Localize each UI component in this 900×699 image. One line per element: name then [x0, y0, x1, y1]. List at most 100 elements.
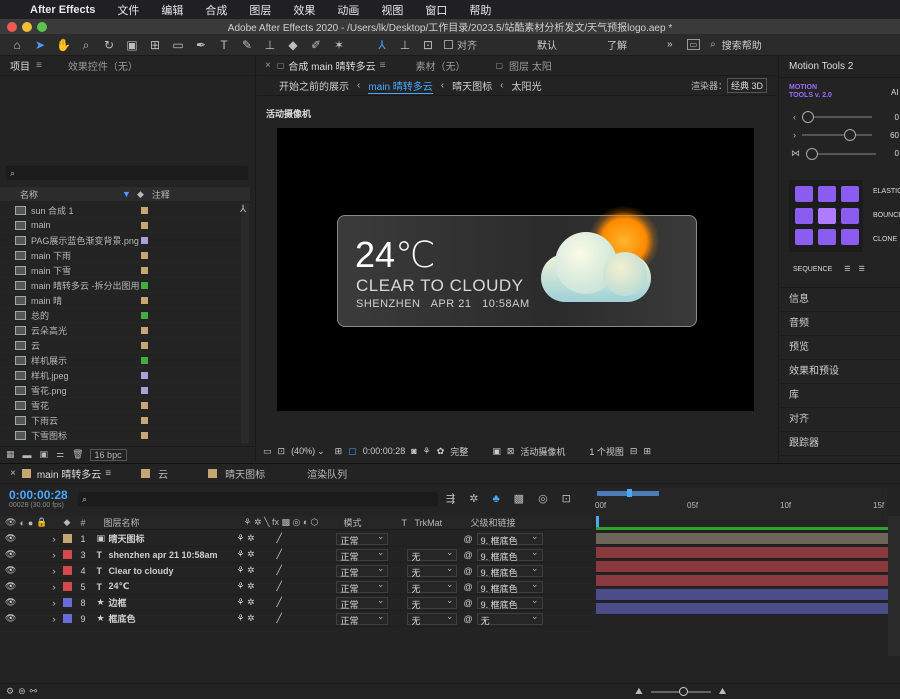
- fast-preview-icon[interactable]: ⊞: [643, 446, 651, 457]
- col-t[interactable]: T: [401, 518, 414, 528]
- layer-name[interactable]: 边框: [108, 596, 236, 609]
- toggle-in-out-icon[interactable]: ⚯: [30, 686, 38, 697]
- search-help-input[interactable]: 搜索帮助: [722, 37, 762, 52]
- shy-switch-icon[interactable]: ⚘ ✲: [236, 549, 276, 560]
- mode-dropdown[interactable]: 正常: [336, 531, 389, 546]
- view-axis-icon[interactable]: ⊡: [421, 38, 435, 52]
- pick-whip-icon[interactable]: @: [463, 566, 472, 576]
- mask-icon[interactable]: ⊡: [278, 446, 286, 457]
- quality-switch-icon[interactable]: ╱: [276, 533, 336, 544]
- clone-stamp-tool-icon[interactable]: ⊥: [263, 38, 277, 52]
- pick-whip-icon[interactable]: @: [463, 582, 472, 592]
- col-parent[interactable]: 父级和链接: [470, 516, 515, 529]
- shy-switch-icon[interactable]: ⚘ ✲: [236, 581, 276, 592]
- label-swatch[interactable]: [141, 266, 148, 274]
- hand-tool-icon[interactable]: ✋: [56, 38, 71, 52]
- parent-dropdown[interactable]: 9. 框底色: [476, 579, 543, 594]
- layer-label-swatch[interactable]: [63, 566, 73, 575]
- trkmat-dropdown[interactable]: 无: [407, 547, 458, 562]
- renderer-button[interactable]: 经典 3D: [726, 78, 767, 93]
- tab-effect-controls[interactable]: 效果控件（无）: [68, 58, 138, 73]
- expand-arrow-icon[interactable]: ›: [52, 550, 55, 560]
- app-menu[interactable]: After Effects: [30, 4, 95, 16]
- col-mode[interactable]: 模式: [343, 516, 401, 529]
- table-row[interactable]: 👁 › 4T Clear to cloudy⚘ ✲╱正常 无 @9. 框底色: [0, 563, 592, 579]
- parent-dropdown[interactable]: 9. 框底色: [476, 595, 543, 610]
- menu-file[interactable]: 文件: [117, 2, 139, 18]
- label-swatch[interactable]: [141, 431, 148, 439]
- motion-blur-icon[interactable]: ◎: [538, 492, 548, 505]
- rotate-tool-icon[interactable]: ↻: [102, 38, 116, 52]
- panel-6[interactable]: 跟踪器: [779, 432, 900, 456]
- shy-switch-icon[interactable]: ⚘ ✲: [236, 597, 276, 608]
- timeline-zoom-slider[interactable]: [650, 686, 711, 696]
- lock-icon[interactable]: ▢: [495, 61, 503, 70]
- parent-dropdown[interactable]: 9. 框底色: [476, 547, 543, 562]
- zoom-tool-icon[interactable]: ⌕: [79, 38, 93, 52]
- slider-both[interactable]: [806, 147, 876, 160]
- current-time[interactable]: 0:00:00:28: [363, 446, 406, 456]
- close-tab-icon[interactable]: ×: [265, 60, 271, 71]
- new-composition-icon[interactable]: ▣: [40, 449, 49, 460]
- project-item[interactable]: main 晴转多云 -拆分出图用: [0, 278, 240, 293]
- layer-duration-bar[interactable]: [596, 533, 888, 545]
- mode-dropdown[interactable]: 正常: [336, 563, 389, 578]
- layer-label-swatch[interactable]: [63, 598, 73, 607]
- layer-name[interactable]: 框底色: [108, 612, 236, 625]
- layer-duration-bar[interactable]: [596, 575, 888, 587]
- layer-duration-bar[interactable]: [596, 603, 888, 615]
- project-item[interactable]: 样机展示: [0, 353, 240, 368]
- anchor-point-button[interactable]: [795, 207, 813, 224]
- lock-icon[interactable]: ▢: [277, 61, 285, 70]
- workspace-learn[interactable]: 了解: [607, 37, 627, 52]
- visibility-eye-icon[interactable]: 👁: [5, 565, 16, 576]
- slider-both-value[interactable]: 0: [895, 149, 899, 158]
- workspace-default[interactable]: 默认: [537, 37, 557, 52]
- project-item[interactable]: 下雪图标: [0, 428, 240, 443]
- project-scrollbar[interactable]: [241, 203, 249, 443]
- bit-depth-button[interactable]: 16 bpc: [89, 448, 127, 461]
- lock-col-icon[interactable]: 🔒: [36, 517, 47, 528]
- brush-tool-icon[interactable]: ✎: [240, 38, 254, 52]
- label-swatch[interactable]: [141, 386, 148, 394]
- quality-switch-icon[interactable]: ╱: [276, 613, 336, 624]
- label-col-icon[interactable]: ◆: [137, 189, 144, 200]
- anchor-point-button[interactable]: [818, 229, 836, 246]
- menu-view[interactable]: 视图: [381, 2, 403, 18]
- panel-menu-icon[interactable]: ≡: [380, 60, 386, 71]
- camera-tool-icon[interactable]: ▣: [125, 38, 139, 52]
- project-search-input[interactable]: ⌕: [6, 166, 248, 180]
- project-item[interactable]: 雪花: [0, 398, 240, 413]
- motion-tools-tab[interactable]: Motion Tools 2: [779, 56, 900, 78]
- new-folder-icon[interactable]: ▬: [23, 450, 32, 460]
- type-tool-icon[interactable]: T: [217, 38, 231, 52]
- label-col-icon[interactable]: ◆: [64, 517, 71, 528]
- menu-edit[interactable]: 编辑: [161, 2, 183, 18]
- col-layer-name[interactable]: 图层名称: [103, 516, 243, 529]
- crumb-0[interactable]: 开始之前的展示: [279, 78, 349, 93]
- shy-switch-icon[interactable]: ⚘ ✲: [236, 565, 276, 576]
- toggle-switches-icon[interactable]: ⚙: [6, 686, 14, 697]
- interpret-footage-icon[interactable]: ▦: [6, 449, 15, 460]
- panel-1[interactable]: 音频: [779, 312, 900, 336]
- time-ruler[interactable]: 00f 05f 10f 15f: [595, 488, 887, 520]
- label-swatch[interactable]: [141, 416, 148, 424]
- clone-button[interactable]: CLONE: [873, 228, 900, 252]
- expand-arrow-icon[interactable]: ›: [52, 534, 55, 544]
- panel-4[interactable]: 库: [779, 384, 900, 408]
- layer-duration-bar[interactable]: [596, 561, 888, 573]
- anchor-grid[interactable]: [789, 180, 863, 252]
- table-row[interactable]: 👁 › 3Tshenzhen apr 21 10:58am⚘ ✲╱正常 无 @9. 框底…: [0, 547, 592, 563]
- grid-icon[interactable]: ⊞: [335, 446, 343, 457]
- tab-layer[interactable]: 图层 太阳: [509, 58, 552, 73]
- table-row[interactable]: 👁 › 5T 24℃⚘ ✲╱正常 无 @9. 框底色: [0, 579, 592, 595]
- quality-switch-icon[interactable]: ╱: [276, 597, 336, 608]
- anchor-point-button[interactable]: [795, 229, 813, 246]
- sequence-button[interactable]: SEQUENCE: [793, 266, 832, 273]
- slider-out[interactable]: [802, 129, 872, 141]
- crumb-3[interactable]: 太阳光: [511, 78, 541, 93]
- zoom-in-icon[interactable]: ⛰: [719, 686, 727, 697]
- col-name[interactable]: 名称: [20, 188, 38, 201]
- label-swatch[interactable]: [141, 356, 148, 364]
- color-channel-icon[interactable]: ✿: [437, 446, 445, 457]
